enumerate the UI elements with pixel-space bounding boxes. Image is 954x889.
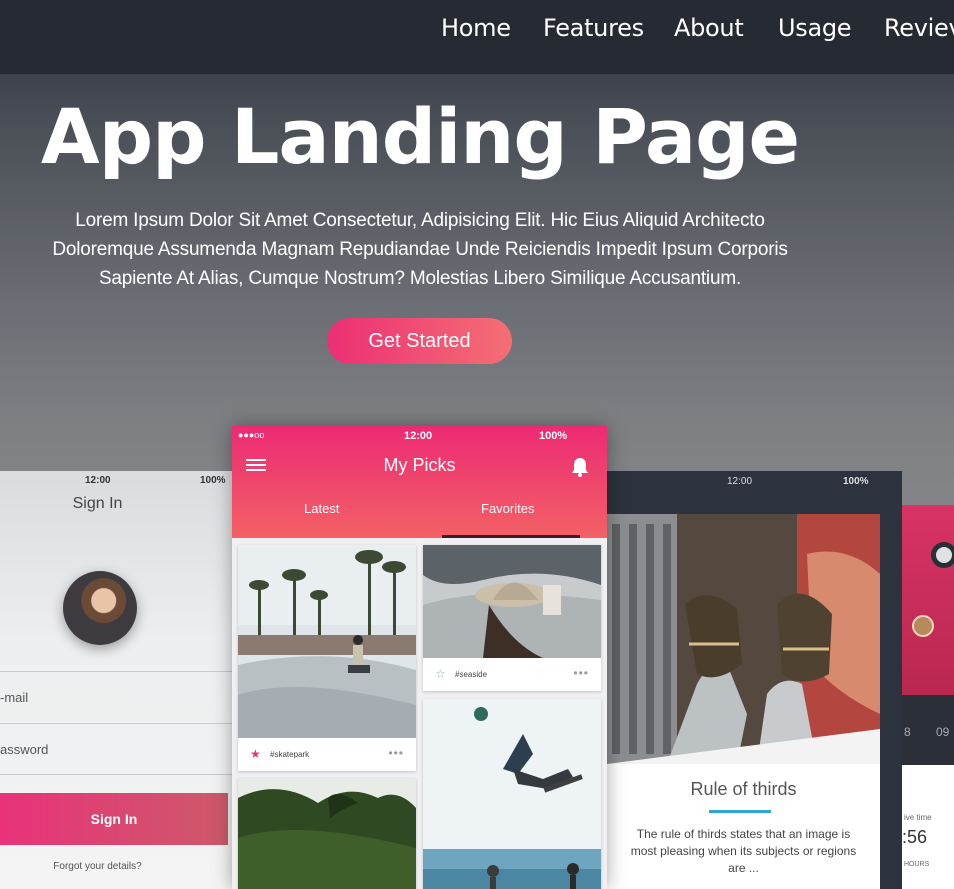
status-battery: 100% [843, 476, 869, 487]
card-footer: ☆ #seaside ••• [423, 658, 601, 691]
card-tag: #skatepark [270, 750, 310, 759]
bell-icon[interactable] [569, 456, 591, 478]
status-battery: 100% [200, 475, 226, 486]
stats-panel: ive time :56 HOURS [902, 765, 954, 889]
nav-link-features[interactable]: Features [543, 14, 644, 42]
forgot-details-link[interactable]: Forgot your details? [0, 861, 195, 872]
nav-link-usage[interactable]: Usage [778, 14, 852, 42]
hero-description-line: Doloremque Assumenda Magnam Repudiandae … [52, 239, 788, 260]
signin-button[interactable]: Sign In [0, 793, 228, 845]
more-icon[interactable]: ••• [388, 746, 404, 760]
skatepark-photo [238, 545, 416, 738]
stat-value: 09 [936, 725, 950, 739]
status-time: 12:00 [727, 476, 753, 487]
status-battery: 100% [539, 430, 568, 442]
article-card[interactable]: Rule of thirds The rule of thirds states… [607, 514, 880, 889]
phone-mockup-stats: 8 09 ive time :56 HOURS [902, 505, 954, 889]
skater-jump-photo [423, 699, 601, 889]
coffee-icon[interactable] [930, 541, 954, 569]
star-filled-icon[interactable]: ★ [250, 748, 261, 760]
hero-title: App Landing Page [40, 92, 800, 181]
nav-link-reviews[interactable]: Reviev [884, 14, 954, 42]
status-signal: ●●●oo [238, 430, 265, 440]
stats-header [902, 505, 954, 695]
phone-mockup-article: 12:00 100% Rule of thirds The rule of th… [607, 471, 902, 889]
tab-latest[interactable]: Latest [304, 501, 339, 516]
email-field[interactable]: -mail [0, 671, 232, 723]
hero-description-line: Lorem Ipsum Dolor Sit Amet Consectetur, … [75, 210, 765, 231]
article-title: Rule of thirds [690, 779, 797, 799]
photo-card-skatepark[interactable]: ★ #skatepark ••• [238, 545, 416, 771]
active-tab-indicator [442, 535, 580, 538]
more-icon[interactable]: ••• [573, 666, 589, 680]
picks-header [232, 426, 607, 538]
password-field[interactable]: assword [0, 723, 232, 775]
star-outline-icon[interactable]: ☆ [435, 668, 446, 680]
rooftop-feet-photo [607, 514, 880, 764]
phone-mockup-my-picks: ●●●oo 12:00 100% My Picks Latest Favorit… [232, 426, 607, 889]
tab-favorites[interactable]: Favorites [481, 501, 534, 516]
active-time-label: ive time [904, 813, 932, 822]
picks-title: My Picks [383, 455, 456, 475]
active-time-value: :56 [902, 827, 928, 847]
status-time: 12:00 [85, 475, 111, 486]
nav-link-about[interactable]: About [674, 14, 744, 42]
card-footer: ★ #skatepark ••• [238, 738, 416, 771]
stat-value: 8 [904, 725, 911, 739]
status-time: 12:00 [404, 430, 433, 442]
top-navbar: Home Features About Usage Reviev [0, 0, 954, 75]
title-divider [709, 810, 771, 813]
avatar [912, 615, 934, 637]
nav-link-home[interactable]: Home [441, 14, 511, 42]
hero-description: Lorem Ipsum Dolor Sit Amet Consectetur, … [0, 206, 840, 293]
hero-description-line: Sapiente At Alias, Cumque Nostrum? Moles… [98, 268, 742, 289]
phone-mockup-signin: 12:00 100% Sign In -mail assword Sign In… [0, 471, 232, 889]
palm-trees-photo [238, 778, 416, 889]
seaside-photo [423, 545, 601, 658]
avatar [63, 571, 137, 645]
article-text: The rule of thirds states that an image … [630, 827, 857, 875]
active-time-unit: HOURS [904, 861, 930, 868]
get-started-button[interactable]: Get Started [327, 318, 512, 364]
photo-card-seaside[interactable]: ☆ #seaside ••• [423, 545, 601, 691]
card-tag: #seaside [455, 670, 488, 679]
photo-card-skater-jump[interactable] [423, 699, 601, 889]
signin-title: Sign In [72, 495, 123, 512]
photo-card-palms[interactable] [238, 778, 416, 889]
